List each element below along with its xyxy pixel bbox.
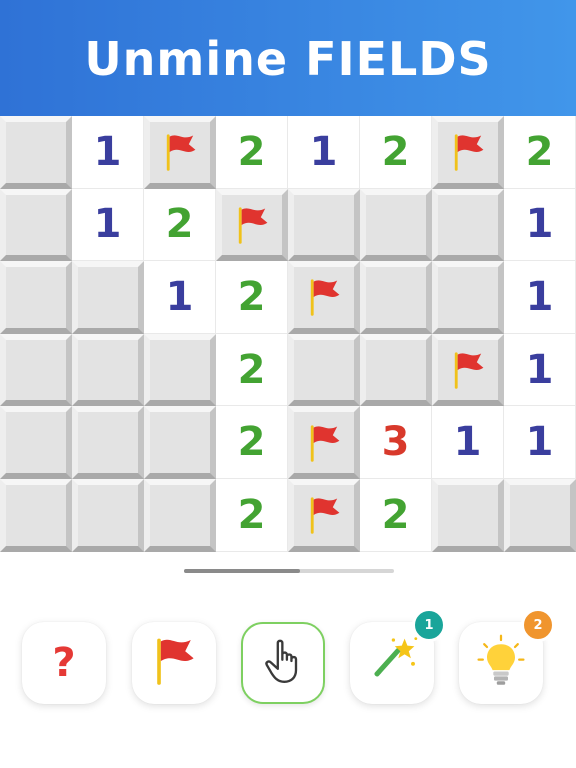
- closed-cell[interactable]: [72, 333, 144, 407]
- cell-number: 2: [525, 128, 554, 175]
- closed-cell[interactable]: [144, 333, 216, 407]
- app-title: Unmine FIELDS: [84, 32, 492, 86]
- closed-cell[interactable]: [72, 406, 144, 479]
- closed-cell[interactable]: [288, 188, 360, 262]
- closed-cell[interactable]: [72, 261, 144, 334]
- flag-icon: [302, 493, 346, 537]
- revealed-cell[interactable]: 2: [216, 478, 288, 552]
- flag-icon: [446, 130, 490, 174]
- flag-icon: [446, 348, 490, 392]
- flag-mode-button[interactable]: [132, 622, 216, 704]
- closed-cell[interactable]: [0, 406, 72, 479]
- flagged-cell[interactable]: [288, 261, 360, 334]
- revealed-cell[interactable]: 3: [360, 406, 432, 479]
- cell-number: 2: [237, 273, 266, 320]
- closed-cell[interactable]: [432, 261, 504, 334]
- cell-number: 2: [381, 128, 410, 175]
- cell-number: 1: [309, 128, 338, 175]
- minefield-board: 1212212112121231122: [0, 116, 576, 552]
- flag-icon: [158, 130, 202, 174]
- closed-cell[interactable]: [144, 406, 216, 479]
- cell-number: 1: [525, 273, 554, 320]
- cell-number: 2: [165, 201, 194, 248]
- pointer-hand-icon: [257, 635, 309, 691]
- flag-icon: [230, 203, 274, 247]
- lightbulb-icon: [473, 633, 529, 693]
- closed-cell[interactable]: [288, 333, 360, 407]
- closed-cell[interactable]: [504, 478, 576, 552]
- help-button[interactable]: ?: [22, 622, 106, 704]
- closed-cell[interactable]: [360, 188, 432, 262]
- closed-cell[interactable]: [360, 333, 432, 407]
- revealed-cell[interactable]: 2: [144, 188, 216, 262]
- closed-cell[interactable]: [0, 188, 72, 262]
- hint-count-badge: 2: [521, 608, 555, 642]
- magic-wand-icon: [364, 633, 420, 693]
- revealed-cell[interactable]: 1: [504, 333, 576, 407]
- cell-number: 1: [525, 419, 554, 466]
- revealed-cell[interactable]: 2: [360, 116, 432, 189]
- scroll-indicator[interactable]: [184, 569, 394, 573]
- flagged-cell[interactable]: [288, 406, 360, 479]
- cell-number: 2: [237, 346, 266, 393]
- flag-icon: [146, 633, 202, 693]
- cell-number: 1: [93, 201, 122, 248]
- flag-icon: [302, 421, 346, 465]
- revealed-cell[interactable]: 1: [432, 406, 504, 479]
- wand-count-badge: 1: [412, 608, 446, 642]
- revealed-cell[interactable]: 2: [216, 333, 288, 407]
- revealed-cell[interactable]: 2: [360, 478, 432, 552]
- closed-cell[interactable]: [144, 478, 216, 552]
- closed-cell[interactable]: [0, 333, 72, 407]
- closed-cell[interactable]: [72, 478, 144, 552]
- closed-cell[interactable]: [432, 188, 504, 262]
- revealed-cell[interactable]: 1: [72, 116, 144, 189]
- cell-number: 2: [381, 491, 410, 538]
- closed-cell[interactable]: [0, 478, 72, 552]
- revealed-cell[interactable]: 1: [504, 406, 576, 479]
- flag-icon: [302, 275, 346, 319]
- flagged-cell[interactable]: [432, 333, 504, 407]
- flagged-cell[interactable]: [288, 478, 360, 552]
- cell-number: 2: [237, 128, 266, 175]
- flagged-cell[interactable]: [144, 116, 216, 189]
- lightbulb-hint-button[interactable]: 2: [459, 608, 555, 704]
- flagged-cell[interactable]: [216, 188, 288, 262]
- bottom-panel: ? 1 2: [0, 552, 576, 768]
- question-mark-icon: ?: [52, 640, 76, 686]
- scroll-thumb[interactable]: [184, 569, 300, 573]
- closed-cell[interactable]: [0, 116, 72, 189]
- tap-mode-button[interactable]: [241, 622, 325, 704]
- cell-number: 2: [237, 491, 266, 538]
- header-banner: Unmine FIELDS: [0, 0, 576, 116]
- cell-number: 3: [381, 419, 410, 466]
- cell-number: 1: [525, 346, 554, 393]
- revealed-cell[interactable]: 1: [504, 261, 576, 334]
- closed-cell[interactable]: [432, 478, 504, 552]
- revealed-cell[interactable]: 2: [216, 116, 288, 189]
- closed-cell[interactable]: [0, 261, 72, 334]
- revealed-cell[interactable]: 2: [216, 261, 288, 334]
- cell-number: 1: [453, 419, 482, 466]
- revealed-cell[interactable]: 1: [144, 261, 216, 334]
- revealed-cell[interactable]: 1: [504, 188, 576, 262]
- flagged-cell[interactable]: [432, 116, 504, 189]
- revealed-cell[interactable]: 1: [72, 188, 144, 262]
- magic-wand-button[interactable]: 1: [350, 608, 446, 704]
- cell-number: 2: [237, 419, 266, 466]
- cell-number: 1: [525, 201, 554, 248]
- revealed-cell[interactable]: 2: [504, 116, 576, 189]
- cell-number: 1: [93, 128, 122, 175]
- cell-number: 1: [165, 273, 194, 320]
- revealed-cell[interactable]: 1: [288, 116, 360, 189]
- closed-cell[interactable]: [360, 261, 432, 334]
- revealed-cell[interactable]: 2: [216, 406, 288, 479]
